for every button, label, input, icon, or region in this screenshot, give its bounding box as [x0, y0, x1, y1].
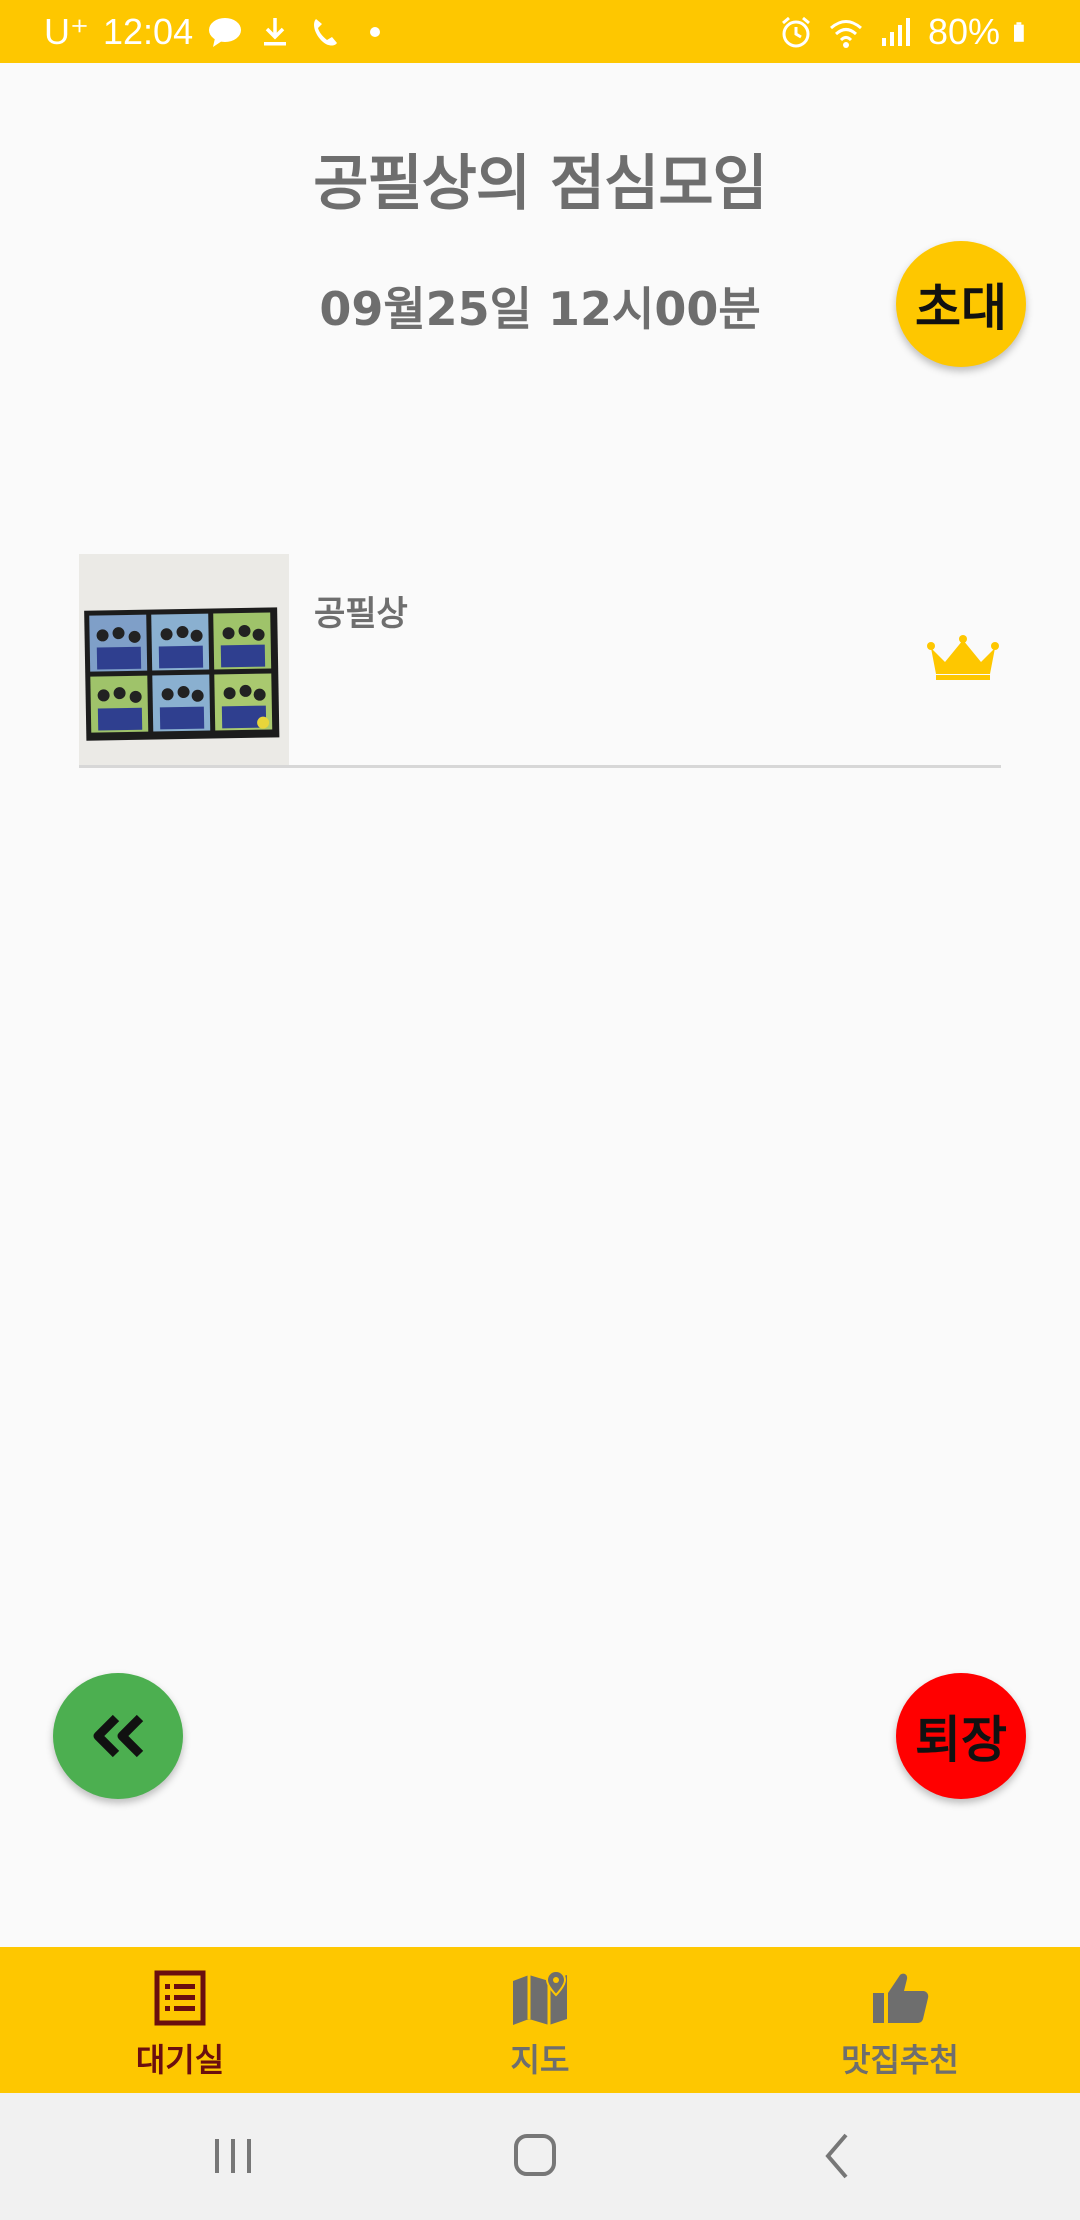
back-icon[interactable]	[808, 2131, 868, 2181]
waiting-room-screen: 공필상의 점심모임 09월25일 12시00분 초대 공필상 퇴장	[0, 63, 1080, 1947]
system-nav-bar	[0, 2093, 1080, 2220]
carrier-label: U⁺	[44, 11, 89, 52]
member-avatar	[79, 554, 289, 765]
double-chevron-left-icon	[93, 1714, 144, 1758]
member-list-item[interactable]: 공필상	[79, 554, 1001, 768]
member-name: 공필상	[314, 594, 408, 634]
battery-level: 80%	[927, 11, 1000, 52]
status-right: 80%	[778, 11, 1036, 53]
wifi-icon	[829, 20, 862, 48]
status-left: U⁺ 12:04	[44, 11, 393, 53]
dot-icon	[370, 27, 381, 37]
alarm-icon	[781, 16, 810, 48]
list-icon	[154, 1970, 206, 2026]
nav-label-waiting-room: 대기실	[135, 2041, 225, 2079]
leave-button[interactable]: 퇴장	[896, 1673, 1026, 1799]
nav-label-map: 지도	[510, 2041, 570, 2079]
thumbs-up-icon	[873, 1973, 929, 2023]
back-button[interactable]	[53, 1673, 183, 1799]
invite-button[interactable]: 초대	[896, 241, 1026, 367]
battery-icon	[1014, 22, 1024, 42]
home-icon[interactable]	[505, 2131, 565, 2181]
status-bar: U⁺ 12:04 80%	[0, 0, 1080, 63]
nav-item-map[interactable]: 지도	[360, 1947, 720, 2093]
download-icon	[264, 18, 287, 46]
crown-icon	[927, 635, 999, 680]
recent-apps-icon[interactable]	[203, 2131, 263, 2181]
clock: 12:04	[103, 11, 194, 52]
nav-label-restaurant-recommend: 맛집추천	[841, 2041, 959, 2079]
nav-item-waiting-room[interactable]: 대기실	[0, 1947, 360, 2093]
nav-item-restaurant-recommend[interactable]: 맛집추천	[720, 1947, 1080, 2093]
page-title: 공필상의 점심모임	[313, 149, 768, 219]
bottom-nav: 대기실 지도 맛집추천	[0, 1947, 1080, 2093]
map-icon	[513, 1969, 567, 2025]
signal-icon	[881, 18, 910, 46]
call-icon	[314, 19, 338, 46]
talk-icon	[209, 18, 242, 47]
